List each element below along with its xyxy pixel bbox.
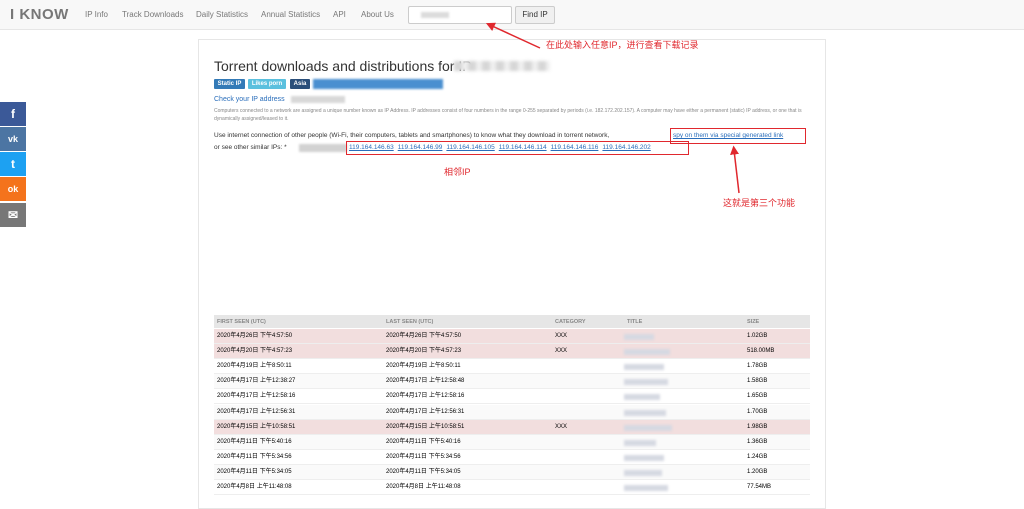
cell-size: 518.00MB xyxy=(747,348,775,355)
cell-size: 1.65GB xyxy=(747,393,768,400)
nav-daily-statistics[interactable]: Daily Statistics xyxy=(196,10,248,19)
col-last-seen[interactable]: LAST SEEN (UTC) xyxy=(386,319,433,325)
cell-last: 2020年4月17日 上午12:56:31 xyxy=(386,408,465,415)
table-row[interactable]: 2020年4月19日 上午8:50:11 2020年4月19日 上午8:50:11… xyxy=(214,359,810,375)
cell-first: 2020年4月11日 下午5:34:05 xyxy=(217,468,292,475)
find-ip-button[interactable]: Find IP xyxy=(515,6,555,24)
cell-category: XXX xyxy=(555,348,568,355)
check-ip-blurred xyxy=(291,96,345,103)
table-row[interactable]: 2020年4月17日 上午12:38:27 2020年4月17日 上午12:58:… xyxy=(214,374,810,390)
email-icon[interactable]: ✉ xyxy=(0,203,26,227)
table-row[interactable]: 2020年4月11日 下午5:34:56 2020年4月11日 下午5:34:56… xyxy=(214,449,810,465)
cell-title-blurred[interactable] xyxy=(624,469,662,476)
cell-first: 2020年4月11日 下午5:34:56 xyxy=(217,453,292,460)
top-navbar: I KNOW IP Info Track Downloads Daily Sta… xyxy=(0,0,1024,30)
table-row[interactable]: 2020年4月17日 上午12:56:31 2020年4月17日 上午12:56:… xyxy=(214,404,810,420)
search-input-blurred-value xyxy=(421,12,449,18)
col-title[interactable]: TITLE xyxy=(627,319,642,325)
cell-size: 1.70GB xyxy=(747,408,768,415)
cell-category: XXX xyxy=(555,423,568,430)
similar-ips-label: or see other similar IPs: * xyxy=(214,144,287,151)
cell-size: 77.54MB xyxy=(747,484,772,490)
page-title: Torrent downloads and distributions for … xyxy=(214,58,472,74)
nav-ip-info[interactable]: IP Info xyxy=(85,10,108,19)
annotation-search-note: 在此处输入任意IP，进行查看下载记录 xyxy=(546,40,699,50)
cell-first: 2020年4月19日 上午8:50:11 xyxy=(217,363,292,370)
annotation-neighbor-ip: 相邻IP xyxy=(444,167,471,177)
cell-first: 2020年4月15日 上午10:58:51 xyxy=(217,423,296,430)
check-ip-link[interactable]: Check your IP address xyxy=(214,96,285,103)
cell-title-blurred[interactable] xyxy=(624,364,664,371)
vk-icon[interactable]: vk xyxy=(0,127,26,151)
cell-size: 1.02GB xyxy=(747,333,768,339)
table-row[interactable]: 2020年4月11日 下午5:34:05 2020年4月11日 下午5:34:05… xyxy=(214,464,810,480)
cell-size: 1.58GB xyxy=(747,378,768,385)
cell-last: 2020年4月8日 上午11:48:08 xyxy=(386,484,461,490)
nav-track-downloads[interactable]: Track Downloads xyxy=(122,10,184,19)
col-category[interactable]: CATEGORY xyxy=(555,319,586,325)
cell-last: 2020年4月17日 上午12:58:48 xyxy=(386,378,465,385)
cell-last: 2020年4月11日 下午5:40:16 xyxy=(386,438,461,445)
cell-title-blurred[interactable] xyxy=(624,409,666,416)
table-row[interactable]: 2020年4月8日 上午11:48:08 2020年4月8日 上午11:48:08… xyxy=(214,480,810,495)
cell-last: 2020年4月20日 下午4:57:23 xyxy=(386,348,462,355)
col-size[interactable]: SIZE xyxy=(747,319,759,325)
table-row[interactable]: 2020年4月11日 下午5:40:16 2020年4月11日 下午5:40:16… xyxy=(214,434,810,450)
nav-api[interactable]: API xyxy=(333,10,346,19)
similar-ip-blurred xyxy=(299,144,347,152)
brand-logo[interactable]: I KNOW xyxy=(10,6,69,23)
cell-category: XXX xyxy=(555,333,568,339)
cell-last: 2020年4月17日 上午12:58:16 xyxy=(386,393,465,400)
cell-title-blurred[interactable] xyxy=(624,349,670,356)
ip-description: Computers connected to a network are ass… xyxy=(214,108,802,122)
cell-title-blurred[interactable] xyxy=(624,454,664,461)
cell-size: 1.36GB xyxy=(747,438,768,445)
table-header xyxy=(214,315,810,328)
cell-title-blurred[interactable] xyxy=(624,379,668,386)
badge-location-blurred xyxy=(313,79,443,89)
cell-title-blurred[interactable] xyxy=(624,334,654,340)
cell-first: 2020年4月8日 上午11:48:08 xyxy=(217,484,292,490)
table-row[interactable]: 2020年4月26日 下午4:57:50 2020年4月26日 下午4:57:50… xyxy=(214,329,810,344)
cell-last: 2020年4月26日 下午4:57:50 xyxy=(386,333,462,339)
col-first-seen[interactable]: FIRST SEEN (UTC) xyxy=(217,319,266,325)
nav-about-us[interactable]: About Us xyxy=(361,10,394,19)
cell-size: 1.78GB xyxy=(747,363,768,370)
twitter-icon[interactable]: t xyxy=(0,152,26,176)
table-row[interactable]: 2020年4月20日 下午4:57:23 2020年4月20日 下午4:57:23… xyxy=(214,344,810,360)
annotation-box-similar-ips xyxy=(346,141,689,155)
table-row[interactable]: 2020年4月15日 上午10:58:51 2020年4月15日 上午10:58:… xyxy=(214,419,810,435)
odnoklassniki-icon[interactable]: ok xyxy=(0,177,26,201)
cell-size: 1.24GB xyxy=(747,453,768,460)
cell-size: 1.98GB xyxy=(747,423,768,430)
cell-first: 2020年4月17日 上午12:58:16 xyxy=(217,393,296,400)
cell-last: 2020年4月11日 下午5:34:56 xyxy=(386,453,461,460)
cell-title-blurred[interactable] xyxy=(624,439,656,446)
badge-static-ip: Static IP xyxy=(214,79,245,89)
cell-first: 2020年4月17日 上午12:56:31 xyxy=(217,408,296,415)
table-row[interactable]: 2020年4月17日 上午12:58:16 2020年4月17日 上午12:58:… xyxy=(214,389,810,405)
cell-size: 1.20GB xyxy=(747,468,768,475)
cell-last: 2020年4月11日 下午5:34:05 xyxy=(386,468,461,475)
ip-search-input[interactable] xyxy=(408,6,512,24)
cell-last: 2020年4月15日 上午10:58:51 xyxy=(386,423,465,430)
annotation-third-feature: 这就是第三个功能 xyxy=(723,198,796,208)
cell-title-blurred[interactable] xyxy=(624,424,672,431)
cell-first: 2020年4月26日 下午4:57:50 xyxy=(217,333,293,339)
facebook-icon[interactable]: f xyxy=(0,102,26,126)
nav-annual-statistics[interactable]: Annual Statistics xyxy=(261,10,320,19)
cell-first: 2020年4月11日 下午5:40:16 xyxy=(217,438,292,445)
title-ip-blurred xyxy=(454,61,550,71)
badge-likes-porn: Likes porn xyxy=(248,79,286,89)
use-connection-text: Use internet connection of other people … xyxy=(214,132,610,139)
cell-first: 2020年4月20日 下午4:57:23 xyxy=(217,348,293,355)
annotation-box-spy-link xyxy=(670,128,806,144)
cell-last: 2020年4月19日 上午8:50:11 xyxy=(386,363,461,370)
cell-first: 2020年4月17日 上午12:38:27 xyxy=(217,378,296,385)
badge-asia: Asia xyxy=(290,79,310,89)
cell-title-blurred[interactable] xyxy=(624,394,660,401)
cell-title-blurred[interactable] xyxy=(624,485,668,491)
